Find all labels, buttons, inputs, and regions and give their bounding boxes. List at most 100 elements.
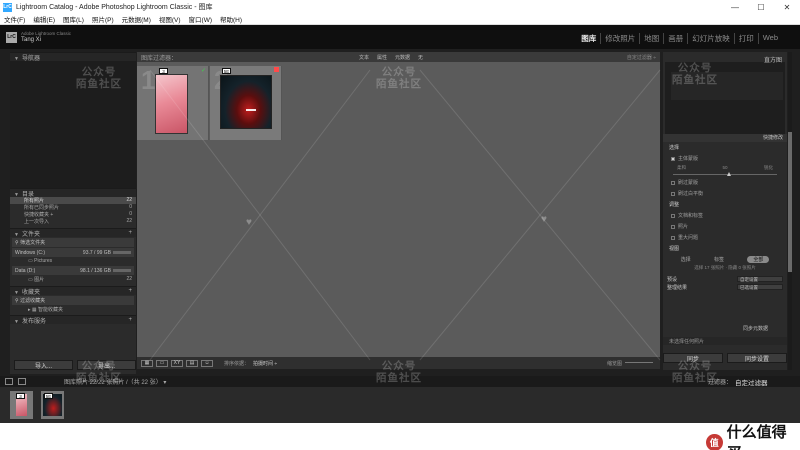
- module-develop[interactable]: 修改照片: [600, 33, 639, 44]
- folder-pictures[interactable]: ▭ Pictures: [10, 258, 136, 265]
- smart-collection-icon: ▸ ▦: [28, 307, 39, 313]
- add-collection-icon[interactable]: +: [128, 288, 132, 294]
- grid-view-icon[interactable]: ▦: [141, 359, 153, 367]
- add-folder-icon[interactable]: +: [128, 230, 132, 236]
- menu-file[interactable]: 文件(F): [0, 14, 29, 24]
- scrollbar-thumb[interactable]: [788, 132, 792, 272]
- loupe-view-icon[interactable]: ▭: [156, 359, 168, 367]
- adjust-item-docs[interactable]: 文档和标签: [663, 210, 787, 221]
- module-library[interactable]: 图库: [577, 33, 600, 44]
- module-map[interactable]: 地图: [639, 33, 663, 44]
- grid-cell[interactable]: 1 3 ✓: [137, 66, 209, 140]
- adjust-item-photo[interactable]: 照片: [663, 221, 787, 232]
- checkbox-icon: [671, 213, 675, 218]
- photo-thumbnail-pink-flowers[interactable]: [155, 74, 188, 134]
- checkbox-label: 刷过白平衡: [678, 191, 704, 197]
- second-window-icon[interactable]: [18, 378, 26, 385]
- catalog-item-all-photos[interactable]: 所有照片 22: [10, 197, 136, 204]
- collection-filter[interactable]: ⚲ 过滤收藏夹: [12, 296, 134, 305]
- identity-user: Tang Xi: [21, 37, 42, 43]
- menu-metadata[interactable]: 元数据(M): [118, 14, 155, 24]
- volume-c[interactable]: Windows (C:) 93.7 / 99 GB: [12, 248, 134, 257]
- slider-knob[interactable]: [727, 172, 731, 176]
- catalog-item-quick-collection[interactable]: 快捷收藏夹 + 0: [10, 211, 136, 218]
- module-slideshow[interactable]: 幻灯片放映: [687, 33, 734, 44]
- preset-label: 预设: [667, 276, 678, 283]
- module-book[interactable]: 画册: [663, 33, 687, 44]
- quick-develop-header[interactable]: 快捷修改: [663, 134, 787, 142]
- adjust-item-issues[interactable]: 重大问题: [663, 232, 787, 243]
- menu-view[interactable]: 视图(V): [155, 14, 185, 24]
- checkbox-icon: [671, 235, 675, 240]
- menu-photo[interactable]: 照片(P): [88, 14, 118, 24]
- catalog-item-label: 快捷收藏夹 +: [24, 212, 54, 218]
- section-adjust: 调整: [669, 202, 680, 208]
- volume-d[interactable]: Data (D:) 98.1 / 136 GB: [12, 266, 134, 275]
- checkbox-brushed-mask[interactable]: 刷过蒙版: [663, 177, 787, 188]
- filter-tab-text[interactable]: 文本: [359, 54, 369, 61]
- filmstrip-view-icon[interactable]: [5, 378, 13, 385]
- export-button[interactable]: 导出...: [77, 360, 136, 370]
- apply-label: 整理结果: [667, 284, 688, 291]
- softness-slider-labels: 柔和 50 锐化: [663, 164, 787, 172]
- filter-tab-attribute[interactable]: 属性: [377, 54, 387, 61]
- filter-tab-metadata[interactable]: 元数据: [395, 54, 410, 61]
- folder-filter-label: 筛选文件夹: [20, 240, 46, 246]
- right-panel: 直方图 快捷修改 选择 主体蒙版 柔和 50 锐化 刷过蒙版 刷过白平衡 调整 文档…: [663, 52, 787, 370]
- left-panel-buttons: 导入... 导出...: [14, 360, 136, 370]
- minimize-button[interactable]: —: [722, 0, 748, 14]
- filmstrip-bar: 图库照片 22/22 张照片 /（共 22 张） ▾ 过滤器： 自定过滤器: [0, 376, 800, 387]
- module-web[interactable]: Web: [757, 33, 782, 44]
- close-button[interactable]: ✕: [774, 0, 800, 14]
- import-button[interactable]: 导入...: [14, 360, 73, 370]
- view-option-all[interactable]: 全部: [747, 256, 770, 263]
- filmstrip-custom-filter[interactable]: 自定过滤器: [735, 377, 768, 387]
- sync-metadata-label[interactable]: 同步元数据: [743, 325, 768, 332]
- collections-header[interactable]: ▼ 收藏夹 +: [10, 286, 136, 296]
- checkbox-icon: [671, 191, 675, 196]
- view-option-select[interactable]: 选择: [681, 256, 691, 263]
- sort-dropdown[interactable]: 拍摄时间 ÷: [253, 360, 277, 367]
- thumbnail-size-slider[interactable]: [625, 362, 653, 363]
- collection-smart[interactable]: ▸ ▦ 智能收藏夹: [10, 306, 136, 313]
- catalog-item-last-import[interactable]: 上一次导入 22: [10, 218, 136, 225]
- filter-preset-dropdown[interactable]: 自定过滤器 ÷: [627, 54, 656, 61]
- apply-dropdown[interactable]: 已选设置: [737, 284, 783, 290]
- filmstrip-thumbnail-car[interactable]: 5E: [41, 391, 64, 419]
- preset-dropdown[interactable]: 自定设置: [737, 276, 783, 282]
- folder-filter[interactable]: ⚲ 筛选文件夹: [12, 238, 134, 247]
- catalog-item-synced[interactable]: 所有已同步照片 0: [10, 204, 136, 211]
- navigator-preview[interactable]: [10, 61, 136, 188]
- filmstrip-thumbnail-pink[interactable]: 3: [10, 391, 33, 419]
- maximize-button[interactable]: ☐: [748, 0, 774, 14]
- menu-window[interactable]: 窗口(W): [185, 14, 216, 24]
- sync-button[interactable]: 同步: [663, 353, 723, 363]
- volume-label: Windows (C:): [15, 249, 46, 256]
- catalog-header[interactable]: ▼ 目录: [10, 188, 136, 198]
- publish-header[interactable]: ▼ 发布服务 +: [10, 315, 136, 325]
- menu-edit[interactable]: 编辑(E): [29, 14, 59, 24]
- checkbox-subject-mask[interactable]: 主体蒙版: [663, 153, 787, 164]
- softness-slider[interactable]: [673, 172, 777, 176]
- module-print[interactable]: 打印: [733, 33, 758, 44]
- survey-view-icon[interactable]: ▤: [186, 359, 198, 367]
- checkbox-brushed-wb[interactable]: 刷过白平衡: [663, 188, 787, 199]
- grid-cell[interactable]: 2 5E: [210, 66, 282, 140]
- folder-images[interactable]: ▭ 图片 22: [10, 276, 136, 283]
- filter-tab-none[interactable]: 无: [418, 54, 423, 61]
- headlight-glow: [246, 109, 256, 111]
- menu-help[interactable]: 帮助(H): [216, 14, 246, 24]
- photo-thumbnail-red-car[interactable]: [220, 75, 272, 129]
- sync-settings-button[interactable]: 同步设置: [727, 353, 787, 363]
- navigator-header[interactable]: ▼ 导航器: [10, 52, 136, 62]
- view-option-tag[interactable]: 标签: [714, 256, 724, 263]
- left-panel: ▼ 导航器 ▼ 目录 所有照片 22 所有已同步照片 0 快捷收藏夹 +0 上一次导入 2…: [10, 52, 136, 374]
- right-panel-scrollbar[interactable]: [788, 52, 792, 370]
- people-view-icon[interactable]: ☺: [201, 359, 213, 367]
- menu-library[interactable]: 图库(L): [59, 14, 88, 24]
- folders-header[interactable]: ▼ 文件夹 +: [10, 228, 136, 238]
- add-publish-icon[interactable]: +: [128, 317, 132, 323]
- collection-label: 智能收藏夹: [38, 307, 64, 313]
- filmstrip-breadcrumb[interactable]: 图库照片 22/22 张照片 /（共 22 张） ▾: [64, 377, 166, 386]
- compare-view-icon[interactable]: XY: [171, 359, 183, 367]
